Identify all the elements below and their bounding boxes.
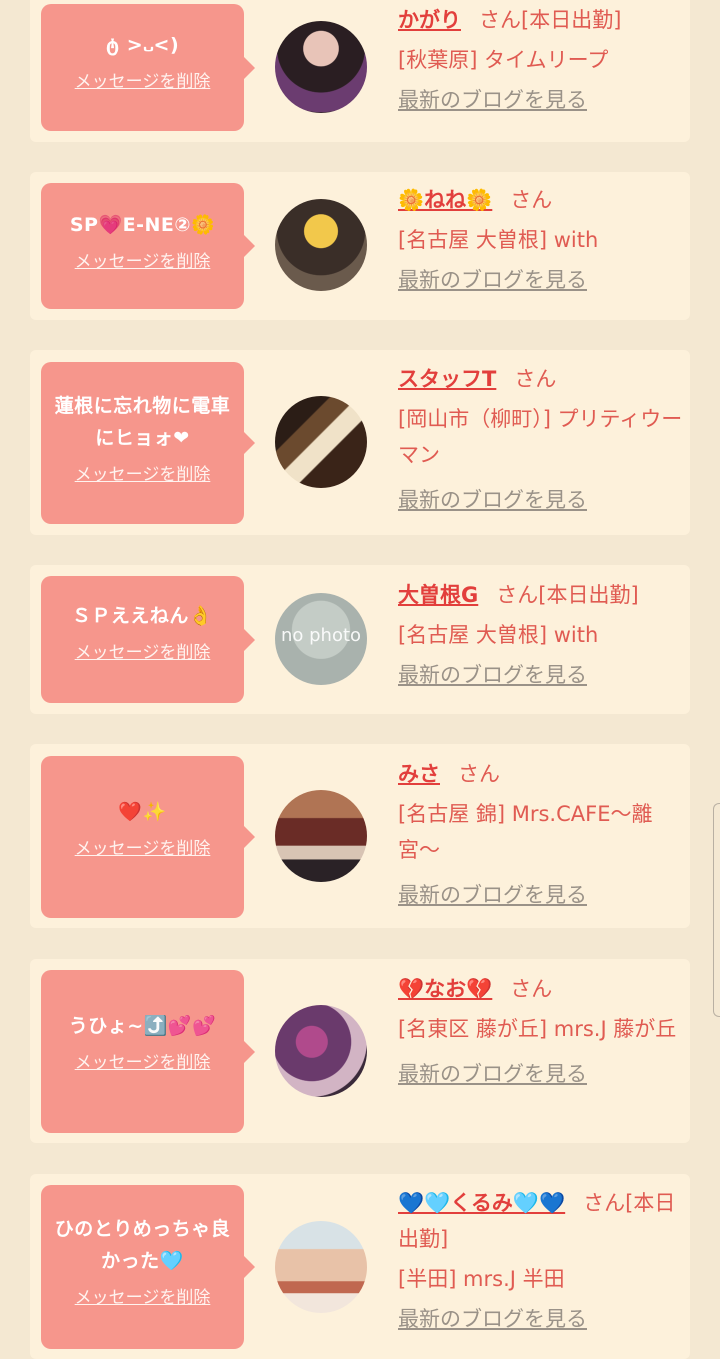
message-bubble: ひのとりめっちゃ良かった🩵 メッセージを削除 (41, 1185, 255, 1349)
message-card: うひょ~⤴️💕💕 メッセージを削除 💔なお💔 さん [名東区 藤が丘] mrs.J… (30, 959, 690, 1143)
avatar[interactable] (275, 1005, 367, 1097)
message-card: ＳＰええねん👌 メッセージを削除 no photo 大曽根G さん[本日出勤] [… (30, 565, 690, 714)
no-photo-text: no photo (280, 625, 362, 646)
latest-blog-link[interactable]: 最新のブログを見る (398, 1301, 683, 1337)
user-name-link[interactable]: 💙🩵くるみ🩵💙 (398, 1191, 565, 1215)
delete-message-link[interactable]: メッセージを削除 (75, 834, 211, 859)
message-text: ＳＰええねん👌 (71, 605, 214, 627)
delete-message-link[interactable]: メッセージを削除 (75, 1283, 211, 1308)
user-info: かがり さん[本日出勤] [秋葉原] タイムリープ 最新のブログを見る (398, 2, 683, 118)
message-text: うひょ~⤴️💕💕 (68, 1015, 217, 1037)
message-text: 蓮根に忘れ物に電車にヒョォ❤ (54, 395, 231, 449)
user-info: 💙🩵くるみ🩵💙 さん[本日出勤] [半田] mrs.J 半田 最新のブログを見る (398, 1185, 683, 1337)
latest-blog-link[interactable]: 最新のブログを見る (398, 482, 683, 518)
user-name-link[interactable]: 💔なお💔 (398, 977, 492, 1001)
avatar[interactable] (275, 396, 367, 488)
avatar[interactable] (275, 790, 367, 882)
shop-name: [秋葉原] タイムリープ (398, 48, 609, 72)
user-suffix: さん (514, 367, 557, 391)
delete-message-link[interactable]: メッセージを削除 (75, 247, 211, 272)
shop-name: [名古屋 大曽根] with (398, 623, 599, 647)
scroll-handle[interactable] (713, 803, 720, 1017)
latest-blog-link[interactable]: 最新のブログを見る (398, 82, 683, 118)
user-suffix: さん (458, 762, 500, 786)
message-bubble: ტ >᎑<) メッセージを削除 (41, 4, 255, 131)
latest-blog-link[interactable]: 最新のブログを見る (398, 877, 683, 913)
shop-name: [名古屋 大曽根] with (398, 228, 599, 252)
message-text: ひのとりめっちゃ良かった🩵 (54, 1218, 231, 1272)
message-text: SP💗E-NE②🌼 (69, 214, 216, 236)
avatar[interactable] (275, 21, 367, 113)
avatar[interactable] (275, 1221, 367, 1313)
user-suffix: さん (510, 188, 553, 212)
avatar[interactable]: no photo (275, 593, 367, 685)
user-suffix: さん[本日出勤] (496, 583, 639, 607)
latest-blog-link[interactable]: 最新のブログを見る (398, 1056, 683, 1092)
avatar[interactable] (275, 199, 367, 291)
message-card: ტ >᎑<) メッセージを削除 かがり さん[本日出勤] [秋葉原] タイムリープ… (30, 0, 690, 142)
user-info: 🌼ねね🌼 さん [名古屋 大曽根] with 最新のブログを見る (398, 182, 683, 298)
shop-name: [名古屋 錦] Mrs.CAFE〜離宮〜 (398, 802, 653, 862)
shop-name: [岡山市（柳町）] プリティウーマン (398, 407, 683, 467)
user-name-link[interactable]: かがり (398, 8, 461, 32)
message-card: 蓮根に忘れ物に電車にヒョォ❤ メッセージを削除 スタッフT さん [岡山市（柳町）… (30, 350, 690, 535)
delete-message-link[interactable]: メッセージを削除 (75, 1048, 211, 1073)
delete-message-link[interactable]: メッセージを削除 (75, 638, 211, 663)
message-bubble: SP💗E-NE②🌼 メッセージを削除 (41, 183, 255, 309)
user-info: スタッフT さん [岡山市（柳町）] プリティウーマン 最新のブログを見る (398, 361, 683, 518)
shop-name: [半田] mrs.J 半田 (398, 1267, 565, 1291)
user-info: 大曽根G さん[本日出勤] [名古屋 大曽根] with 最新のブログを見る (398, 577, 683, 693)
user-name-link[interactable]: 大曽根G (398, 583, 478, 607)
user-info: みさ さん [名古屋 錦] Mrs.CAFE〜離宮〜 最新のブログを見る (398, 756, 683, 913)
delete-message-link[interactable]: メッセージを削除 (75, 460, 211, 485)
message-bubble: 蓮根に忘れ物に電車にヒョォ❤ メッセージを削除 (41, 362, 255, 524)
latest-blog-link[interactable]: 最新のブログを見る (398, 657, 683, 693)
user-suffix: さん[本日出勤] (479, 8, 622, 32)
message-card: ひのとりめっちゃ良かった🩵 メッセージを削除 💙🩵くるみ🩵💙 さん[本日出勤] [… (30, 1174, 690, 1359)
delete-message-link[interactable]: メッセージを削除 (75, 67, 211, 92)
user-info: 💔なお💔 さん [名東区 藤が丘] mrs.J 藤が丘 最新のブログを見る (398, 971, 683, 1092)
message-card: SP💗E-NE②🌼 メッセージを削除 🌼ねね🌼 さん [名古屋 大曽根] with… (30, 172, 690, 320)
message-bubble: うひょ~⤴️💕💕 メッセージを削除 (41, 970, 255, 1133)
message-bubble: ❤️✨ メッセージを削除 (41, 756, 255, 918)
message-card: ❤️✨ メッセージを削除 みさ さん [名古屋 錦] Mrs.CAFE〜離宮〜 最… (30, 744, 690, 928)
user-suffix: さん (510, 977, 553, 1001)
message-text: ❤️✨ (118, 801, 167, 823)
user-name-link[interactable]: みさ (398, 762, 440, 786)
user-name-link[interactable]: 🌼ねね🌼 (398, 188, 492, 212)
latest-blog-link[interactable]: 最新のブログを見る (398, 262, 683, 298)
message-text: ტ >᎑<) (105, 34, 180, 56)
shop-name: [名東区 藤が丘] mrs.J 藤が丘 (398, 1017, 677, 1041)
message-bubble: ＳＰええねん👌 メッセージを削除 (41, 576, 255, 703)
user-name-link[interactable]: スタッフT (398, 367, 496, 391)
